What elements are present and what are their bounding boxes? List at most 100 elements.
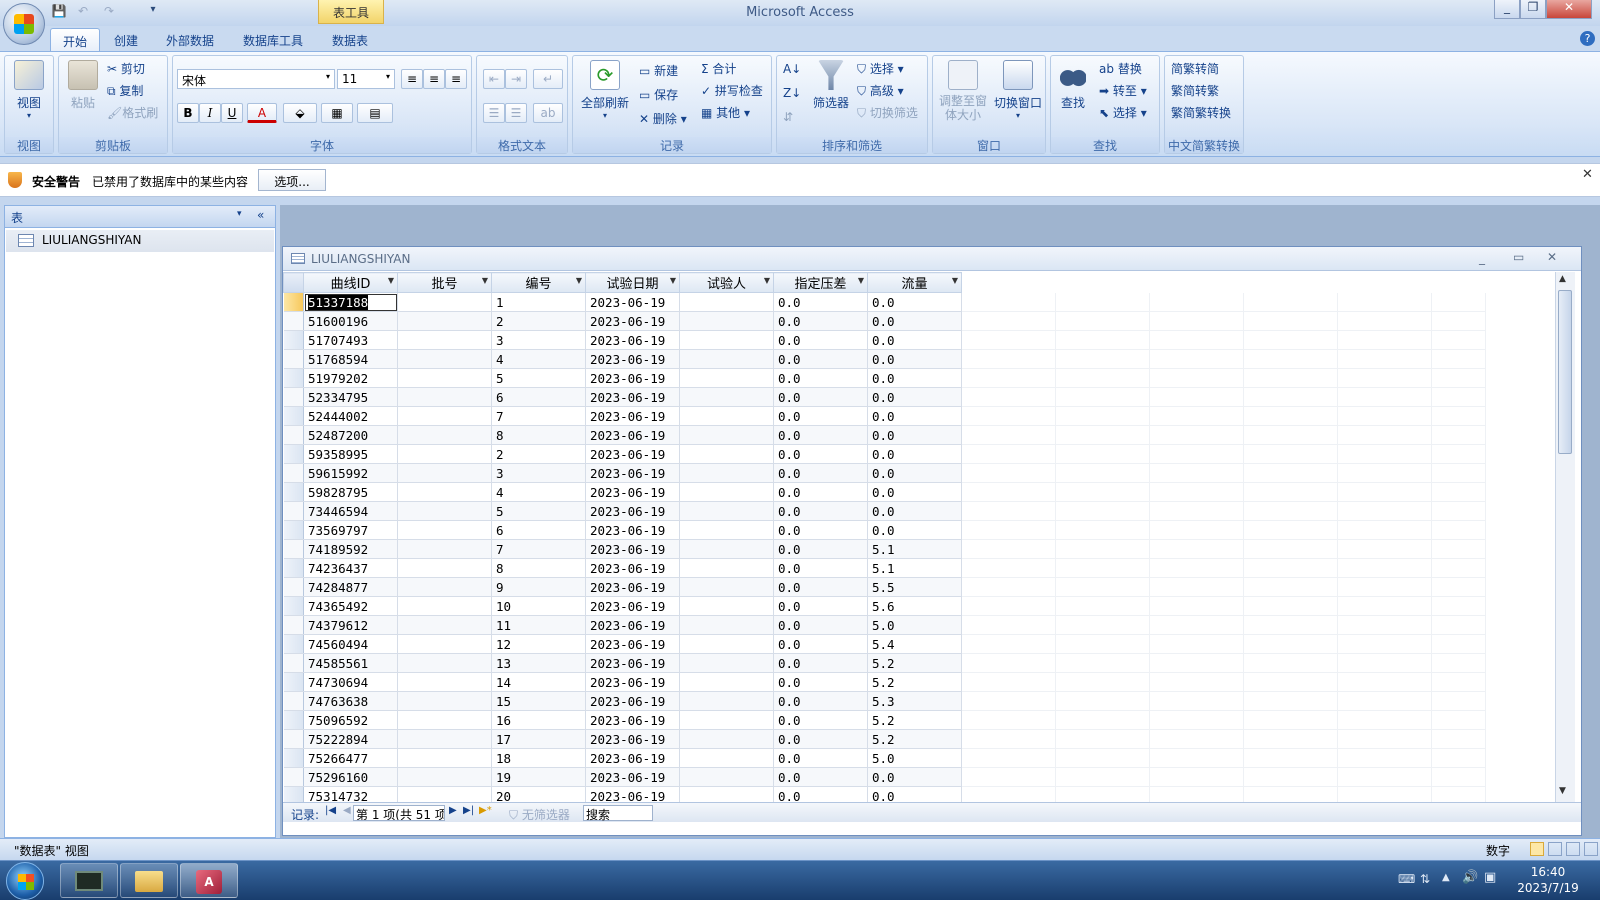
table-cell[interactable] <box>397 501 492 521</box>
table-row[interactable]: 74284877 9 2023-06-19 0.0 5.5 <box>283 577 1486 597</box>
scroll-up-icon[interactable]: ▲ <box>1559 274 1566 284</box>
tab-datasheet[interactable]: 数据表 <box>320 28 380 52</box>
table-cell[interactable]: 52444002 <box>303 406 398 426</box>
table-cell[interactable]: 8 <box>491 425 586 445</box>
table-row[interactable]: 74365492 10 2023-06-19 0.0 5.6 <box>283 596 1486 616</box>
table-cell[interactable]: 74763638 <box>303 691 398 711</box>
table-cell[interactable]: 0.0 <box>867 501 962 521</box>
table-cell[interactable]: 6 <box>491 387 586 407</box>
row-selector[interactable] <box>283 767 304 787</box>
table-cell[interactable] <box>397 596 492 616</box>
table-cell[interactable]: 3 <box>491 330 586 350</box>
align-left-icon[interactable]: ≡ <box>401 69 423 89</box>
table-cell[interactable]: 2023-06-19 <box>585 425 680 445</box>
table-cell[interactable] <box>397 330 492 350</box>
table-cell[interactable] <box>679 691 774 711</box>
table-cell[interactable]: 14 <box>491 672 586 692</box>
table-cell[interactable] <box>679 292 774 312</box>
table-cell[interactable]: 0.0 <box>773 672 868 692</box>
align-right-icon[interactable]: ≡ <box>445 69 467 89</box>
table-cell[interactable]: 0.0 <box>773 520 868 540</box>
table-cell[interactable] <box>679 596 774 616</box>
table-cell[interactable]: 2023-06-19 <box>585 368 680 388</box>
table-row[interactable]: 74379612 11 2023-06-19 0.0 5.0 <box>283 615 1486 635</box>
office-button[interactable] <box>3 3 45 45</box>
table-cell[interactable]: 0.0 <box>773 330 868 350</box>
table-cell[interactable]: 11 <box>491 615 586 635</box>
table-row[interactable]: 59358995 2 2023-06-19 0.0 0.0 <box>283 444 1486 464</box>
table-cell[interactable]: 0.0 <box>773 729 868 749</box>
table-cell[interactable]: 2023-06-19 <box>585 577 680 597</box>
table-cell[interactable]: 7 <box>491 539 586 559</box>
table-cell[interactable] <box>679 520 774 540</box>
search-input[interactable]: 搜索 <box>583 805 653 822</box>
collapse-pane-icon[interactable]: « <box>257 208 264 222</box>
table-cell[interactable] <box>679 463 774 483</box>
table-cell[interactable] <box>679 539 774 559</box>
table-cell[interactable] <box>397 577 492 597</box>
minimize-button[interactable]: _ <box>1494 0 1520 19</box>
table-cell[interactable]: 0.0 <box>867 463 962 483</box>
table-cell[interactable]: 1 <box>491 292 586 312</box>
table-cell[interactable] <box>679 425 774 445</box>
tray-expand-icon[interactable]: ▲ <box>1442 872 1450 883</box>
table-row[interactable]: 74236437 8 2023-06-19 0.0 5.1 <box>283 558 1486 578</box>
table-cell[interactable]: 2023-06-19 <box>585 292 680 312</box>
row-selector[interactable] <box>283 634 304 654</box>
clear-sort-icon[interactable]: ⇵ <box>783 110 793 124</box>
cut-button[interactable]: ✂ 剪切 <box>107 60 145 77</box>
table-cell[interactable] <box>679 349 774 369</box>
maximize-button[interactable]: ❐ <box>1520 0 1546 19</box>
table-cell[interactable] <box>397 729 492 749</box>
column-header[interactable]: 试验日期 ▼ <box>585 272 680 293</box>
column-header[interactable]: 曲线ID ▼ <box>303 272 398 293</box>
taskbar-app-monitor[interactable] <box>60 863 118 898</box>
table-row[interactable]: 74763638 15 2023-06-19 0.0 5.3 <box>283 691 1486 711</box>
table-cell[interactable]: 5.6 <box>867 596 962 616</box>
t2s-button[interactable]: 简繁转简 <box>1171 60 1219 77</box>
table-cell[interactable]: 0.0 <box>773 501 868 521</box>
table-cell[interactable]: 2023-06-19 <box>585 387 680 407</box>
font-size-select[interactable]: 11 ▾ <box>337 69 395 89</box>
tab-external-data[interactable]: 外部数据 <box>154 28 226 52</box>
pivottable-view-icon[interactable] <box>1548 842 1562 856</box>
table-cell[interactable]: 5 <box>491 501 586 521</box>
table-cell[interactable]: 16 <box>491 710 586 730</box>
table-cell[interactable]: 4 <box>491 482 586 502</box>
table-cell[interactable] <box>397 292 492 312</box>
table-cell[interactable]: 10 <box>491 596 586 616</box>
table-row[interactable]: 51707493 3 2023-06-19 0.0 0.0 <box>283 330 1486 350</box>
help-icon[interactable]: ? <box>1580 31 1595 46</box>
keyboard-icon[interactable]: ⌨ <box>1398 872 1415 886</box>
table-cell[interactable]: 2 <box>491 444 586 464</box>
new-record-nav-icon[interactable]: ▶* <box>479 805 492 816</box>
table-cell[interactable]: 59828795 <box>303 482 398 502</box>
table-row[interactable]: 51768594 4 2023-06-19 0.0 0.0 <box>283 349 1486 369</box>
table-cell[interactable]: 74189592 <box>303 539 398 559</box>
nav-dropdown-icon[interactable]: ▾ <box>237 209 242 219</box>
row-selector[interactable] <box>283 691 304 711</box>
align-center-icon[interactable]: ≡ <box>423 69 445 89</box>
table-cell[interactable]: 0.0 <box>773 596 868 616</box>
table-row[interactable]: 74189592 7 2023-06-19 0.0 5.1 <box>283 539 1486 559</box>
column-dropdown-icon[interactable]: ▼ <box>388 276 394 285</box>
options-button[interactable]: 选项... <box>258 169 326 191</box>
table-cell[interactable]: 12 <box>491 634 586 654</box>
datasheet-view-icon[interactable] <box>1530 842 1544 856</box>
table-cell[interactable]: 18 <box>491 748 586 768</box>
table-cell[interactable] <box>397 425 492 445</box>
record-position-input[interactable]: 第 1 项(共 51 项 <box>353 805 445 821</box>
table-row[interactable]: 75314732 20 2023-06-19 0.0 0.0 <box>283 786 1486 802</box>
table-row[interactable]: 51337188 1 2023-06-19 0.0 0.0 <box>283 292 1486 312</box>
table-cell[interactable]: 6 <box>491 520 586 540</box>
table-cell[interactable]: 0.0 <box>867 767 962 787</box>
network-icon[interactable]: ▣ <box>1484 870 1496 885</box>
table-cell[interactable]: 0.0 <box>773 368 868 388</box>
row-selector[interactable] <box>283 482 304 502</box>
tab-home[interactable]: 开始 <box>50 28 101 52</box>
table-cell[interactable]: 74730694 <box>303 672 398 692</box>
table-cell[interactable]: 0.0 <box>773 653 868 673</box>
table-cell[interactable]: 5.0 <box>867 615 962 635</box>
table-cell[interactable]: 0.0 <box>773 748 868 768</box>
row-selector[interactable] <box>283 672 304 692</box>
